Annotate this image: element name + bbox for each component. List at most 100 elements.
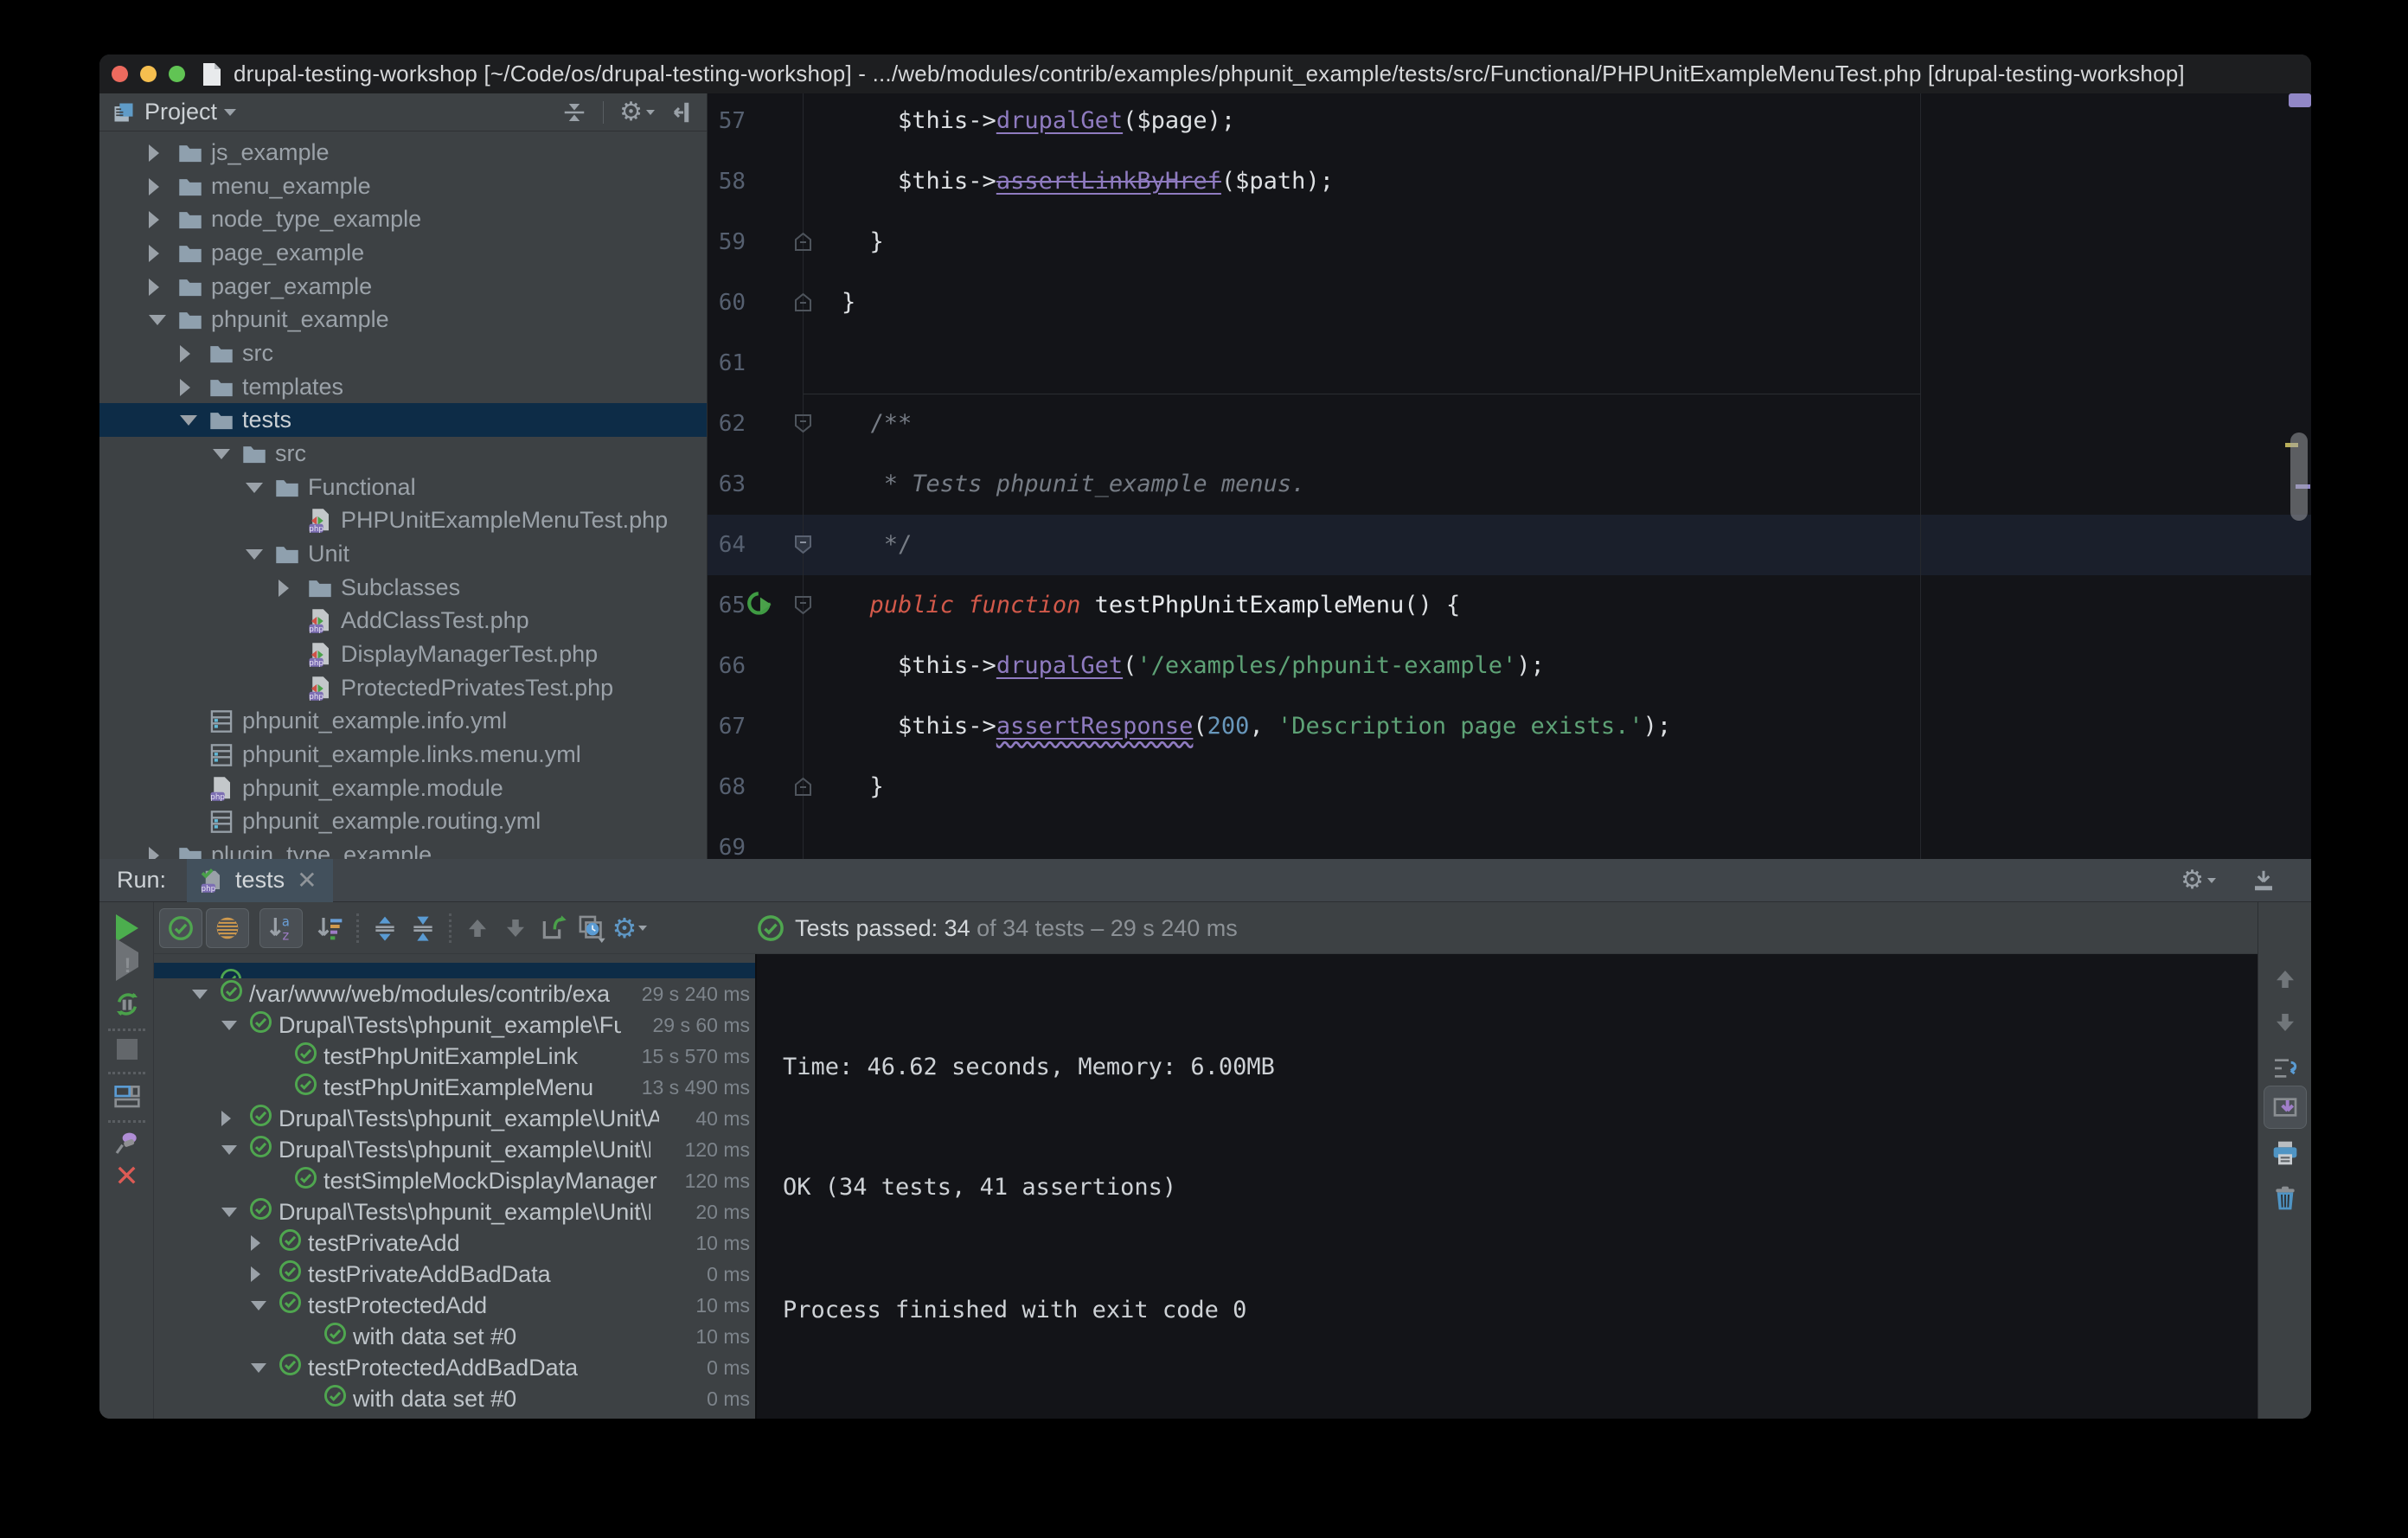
chevron-down-icon[interactable] [251, 1362, 266, 1373]
tree-item-subclasses[interactable]: Subclasses [99, 571, 707, 605]
stop-button[interactable] [99, 1039, 154, 1060]
chevron-right-icon[interactable] [221, 1111, 231, 1126]
tree-item-tests-src[interactable]: src [99, 437, 707, 471]
clear-console-button[interactable] [2258, 1184, 2311, 1212]
test-row-functional-class[interactable]: Drupal\Tests\phpunit_example\Fu 29 s 60 m… [154, 1009, 755, 1041]
chevron-down-icon[interactable] [221, 1020, 237, 1030]
close-run-panel-button[interactable]: ✕ [99, 1162, 154, 1191]
fold-marker-icon[interactable] [793, 534, 813, 555]
tree-item-templates[interactable]: templates [99, 370, 707, 404]
tree-item-displaymanagertest[interactable]: DisplayManagerTest.php [99, 638, 707, 671]
test-row-unit-d-class[interactable]: Drupal\Tests\phpunit_example\Unit\D 120 m… [154, 1134, 755, 1165]
fold-marker-icon[interactable] [793, 594, 813, 616]
import-test-results-button[interactable] [535, 908, 573, 948]
chevron-right-icon[interactable] [251, 1266, 260, 1282]
chevron-down-icon[interactable] [192, 989, 208, 999]
tree-item-links-menu-yml[interactable]: phpunit_example.links.menu.yml [99, 738, 707, 772]
run-test-gutter-icon[interactable] [746, 590, 776, 619]
hide-run-panel-button[interactable] [2251, 868, 2277, 894]
chevron-right-icon[interactable] [149, 278, 159, 296]
chevron-down-icon[interactable] [221, 1207, 237, 1217]
settings-gear-button[interactable]: ⚙ [619, 99, 655, 125]
chevron-right-icon[interactable] [149, 144, 159, 162]
chevron-right-icon[interactable] [279, 579, 289, 597]
fold-marker-icon[interactable] [793, 231, 813, 253]
tree-item-unit[interactable]: Unit [99, 537, 707, 571]
tree-item-js-example[interactable]: js_example [99, 136, 707, 170]
restore-layout-button[interactable] [99, 1082, 154, 1110]
tree-item-page-example[interactable]: page_example [99, 236, 707, 270]
chevron-down-icon[interactable] [246, 482, 263, 493]
tree-item-phpunitexamplemenutest[interactable]: PHPUnitExampleMenuTest.php [99, 503, 707, 537]
chevron-right-icon[interactable] [251, 1235, 260, 1251]
chevron-right-icon[interactable] [149, 177, 159, 195]
expand-all-button[interactable] [366, 908, 404, 948]
scroll-up-button[interactable] [2258, 966, 2311, 992]
previous-failed-test-button[interactable] [458, 908, 496, 948]
test-row-simplemock[interactable]: testSimpleMockDisplayManager 120 ms [154, 1165, 755, 1196]
test-row-protectedaddbaddata[interactable]: testProtectedAddBadData 0 ms [154, 1352, 755, 1383]
fold-marker-icon[interactable] [793, 413, 813, 434]
tree-item-pager-example[interactable]: pager_example [99, 270, 707, 304]
tree-item-addclasstest[interactable]: AddClassTest.php [99, 604, 707, 638]
test-row-unit-a-class[interactable]: Drupal\Tests\phpunit_example\Unit\A 40 ms [154, 1103, 755, 1134]
test-row-dataset0b[interactable]: with data set #0 0 ms [154, 1383, 755, 1414]
fold-marker-icon[interactable] [793, 292, 813, 313]
minimize-window-button[interactable] [140, 66, 157, 82]
editor-scrollbar[interactable] [2290, 433, 2308, 521]
chevron-down-icon[interactable] [149, 314, 166, 325]
test-row-suite-path[interactable]: /var/www/web/modules/contrib/exa 29 s 240… [154, 978, 755, 1009]
chevron-right-icon[interactable] [180, 378, 190, 396]
next-failed-test-button[interactable] [496, 908, 535, 948]
tree-item-module[interactable]: phpunit_example.module [99, 772, 707, 805]
tree-item-phpunit-example[interactable]: phpunit_example [99, 303, 707, 336]
pin-tab-button[interactable] [99, 1129, 154, 1157]
test-row-protectedadd[interactable]: testProtectedAdd 10 ms [154, 1290, 755, 1321]
fold-marker-icon[interactable] [793, 776, 813, 798]
chevron-down-icon[interactable] [251, 1300, 266, 1311]
chevron-down-icon[interactable] [180, 414, 197, 426]
zoom-window-button[interactable] [169, 66, 185, 82]
selected-test-root-row[interactable] [154, 963, 755, 978]
hide-panel-button[interactable] [670, 99, 696, 125]
rerun-failed-tests-button[interactable]: ! [99, 939, 154, 981]
close-tab-icon[interactable]: ✕ [297, 866, 317, 894]
chevron-down-icon[interactable] [224, 108, 237, 116]
scroll-down-button[interactable] [2258, 1009, 2311, 1035]
project-panel-title[interactable]: Project [144, 99, 217, 125]
tree-item-functional[interactable]: Functional [99, 471, 707, 504]
test-row-menu[interactable]: testPhpUnitExampleMenu 13 s 490 ms [154, 1072, 755, 1103]
show-ignored-toggle[interactable] [206, 907, 249, 948]
chevron-right-icon[interactable] [149, 244, 159, 262]
show-passed-toggle[interactable] [159, 907, 202, 948]
test-row-dataset0[interactable]: with data set #0 10 ms [154, 1321, 755, 1352]
chevron-right-icon[interactable] [180, 344, 190, 362]
test-history-button[interactable] [573, 908, 611, 948]
tree-item-protectedprivatestest[interactable]: ProtectedPrivatesTest.php [99, 671, 707, 705]
test-console-output[interactable]: Time: 46.62 seconds, Memory: 6.00MB OK (… [755, 954, 2258, 1419]
toggle-auto-test-button[interactable] [99, 990, 154, 1018]
scroll-to-end-button[interactable] [2264, 1086, 2307, 1129]
tree-item-routing-yml[interactable]: phpunit_example.routing.yml [99, 804, 707, 838]
print-button[interactable] [2258, 1139, 2311, 1167]
tree-item-tests-selected[interactable]: tests [99, 403, 707, 437]
chevron-right-icon[interactable] [149, 846, 159, 859]
test-row-link[interactable]: testPhpUnitExampleLink 15 s 570 ms [154, 1041, 755, 1072]
chevron-down-icon[interactable] [213, 448, 230, 459]
inspection-indicator[interactable] [2289, 93, 2311, 107]
test-row-privateaddbaddata[interactable]: testPrivateAddBadData 0 ms [154, 1259, 755, 1290]
sort-by-duration-button[interactable] [311, 908, 349, 948]
tree-item-plugin-type-example[interactable]: plugin_type_example [99, 838, 707, 859]
chevron-right-icon[interactable] [149, 210, 159, 228]
collapse-all-button[interactable] [561, 99, 587, 125]
test-row-privateadd[interactable]: testPrivateAdd 10 ms [154, 1227, 755, 1259]
chevron-down-icon[interactable] [221, 1144, 237, 1155]
soft-wrap-button[interactable] [2258, 1054, 2311, 1082]
run-tab-tests[interactable]: php tests ✕ [187, 858, 333, 902]
tree-item-info-yml[interactable]: phpunit_example.info.yml [99, 704, 707, 738]
tree-item-node-type-example[interactable]: node_type_example [99, 202, 707, 236]
tree-item-menu-example[interactable]: menu_example [99, 170, 707, 203]
close-window-button[interactable] [112, 66, 128, 82]
code-editor[interactable]: 57 58 59 60 61 62 63 64 65 66 67 68 69 $… [708, 93, 2311, 859]
collapse-all-button[interactable] [404, 908, 442, 948]
